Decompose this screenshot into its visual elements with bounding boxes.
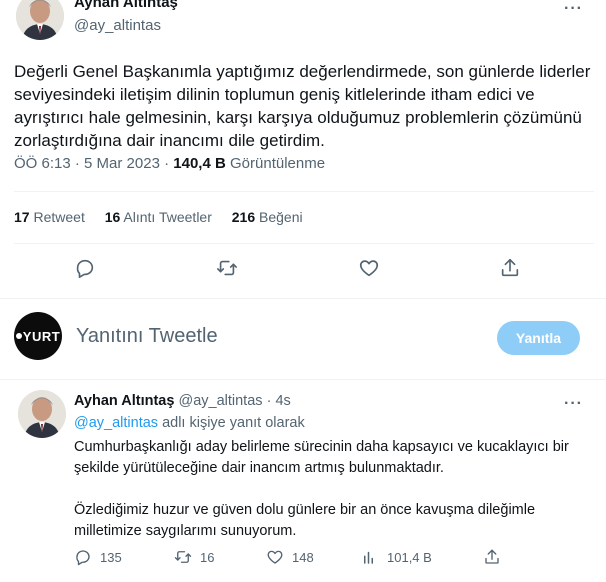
reply-text: Cumhurbaşkanlığı aday belirleme sürecini… bbox=[74, 437, 589, 563]
tweet-time[interactable]: 4s bbox=[275, 393, 290, 409]
reply-input[interactable]: Yanıtını Tweetle bbox=[76, 325, 218, 348]
bar-chart-icon bbox=[364, 551, 373, 564]
retweets-stat[interactable]: 17 Retweet bbox=[14, 209, 85, 225]
author-avatar[interactable] bbox=[18, 390, 66, 438]
retweet-count: 16 bbox=[200, 549, 215, 565]
reply-composer: YURT Yanıtını Tweetle Yanıtla bbox=[0, 300, 606, 380]
reply-actions: 135 16 148 101,4 B bbox=[0, 548, 606, 568]
author-avatar[interactable] bbox=[16, 0, 64, 40]
views-label: Görüntülenme bbox=[230, 155, 326, 172]
reply-action[interactable]: 135 bbox=[74, 548, 122, 566]
quotes-stat[interactable]: 16 Alıntı Tweetler bbox=[105, 209, 212, 225]
reply-button[interactable]: Yanıtla bbox=[497, 321, 580, 355]
like-count: 148 bbox=[292, 549, 314, 565]
tweet-text: Değerli Genel Başkanımla yaptığımız değe… bbox=[14, 62, 591, 150]
author-handle[interactable]: @ay_altintas bbox=[74, 17, 161, 34]
share-icon[interactable] bbox=[499, 257, 521, 279]
mention-link[interactable]: @ay_altintas bbox=[74, 415, 158, 431]
share-action[interactable] bbox=[483, 548, 501, 566]
divider bbox=[14, 243, 594, 244]
author-name[interactable]: Ayhan Altıntaş bbox=[74, 393, 174, 409]
header-separator: · bbox=[266, 393, 272, 409]
divider bbox=[0, 298, 606, 299]
meta-separator: · bbox=[74, 155, 80, 172]
author-name[interactable]: Ayhan Altıntaş bbox=[74, 0, 178, 11]
divider bbox=[0, 379, 606, 380]
reply-count: 135 bbox=[100, 549, 122, 565]
views-count: 140,4 B bbox=[173, 155, 226, 172]
meta-separator: · bbox=[164, 155, 170, 172]
reply-paragraph: Özlediğimiz huzur ve güven dolu günlere … bbox=[74, 502, 536, 539]
reply-icon bbox=[76, 550, 90, 566]
retweet-icon bbox=[174, 551, 192, 563]
heart-icon bbox=[267, 550, 283, 564]
more-icon[interactable]: ··· bbox=[564, 1, 583, 17]
retweet-action[interactable]: 16 bbox=[174, 548, 214, 566]
author-handle[interactable]: @ay_altintas bbox=[178, 393, 262, 409]
engagement-stats: 17 Retweet 16 Alıntı Tweetler 216 Beğeni bbox=[14, 209, 319, 225]
divider bbox=[14, 191, 594, 192]
reply-header: Ayhan Altıntaş @ay_altintas · 4s bbox=[74, 393, 291, 409]
likes-stat[interactable]: 216 Beğeni bbox=[232, 209, 303, 225]
tweet-meta: ÖÖ 6:13 · 5 Mar 2023 · 140,4 B Görüntüle… bbox=[14, 155, 325, 172]
avatar-text: YURT bbox=[22, 328, 61, 344]
share-icon bbox=[485, 549, 499, 564]
replying-label: adlı kişiye yanıt olarak bbox=[162, 415, 305, 431]
replying-to: @ay_altintas adlı kişiye yanıt olarak bbox=[74, 415, 305, 431]
views-count: 101,4 B bbox=[387, 549, 432, 565]
user-avatar[interactable]: YURT bbox=[14, 312, 62, 360]
yurt-logo-dot bbox=[15, 333, 22, 339]
like-action[interactable]: 148 bbox=[266, 548, 314, 566]
views-action[interactable]: 101,4 B bbox=[361, 548, 432, 566]
main-actions bbox=[0, 257, 606, 281]
reply-icon[interactable] bbox=[74, 257, 96, 279]
more-icon[interactable]: ··· bbox=[564, 396, 583, 412]
heart-icon[interactable] bbox=[358, 257, 380, 279]
tweet-date[interactable]: 5 Mar 2023 bbox=[84, 155, 160, 172]
reply-paragraph: Cumhurbaşkanlığı aday belirleme sürecini… bbox=[74, 439, 569, 476]
tweet-time[interactable]: ÖÖ 6:13 bbox=[14, 155, 71, 172]
retweet-icon[interactable] bbox=[216, 257, 238, 279]
